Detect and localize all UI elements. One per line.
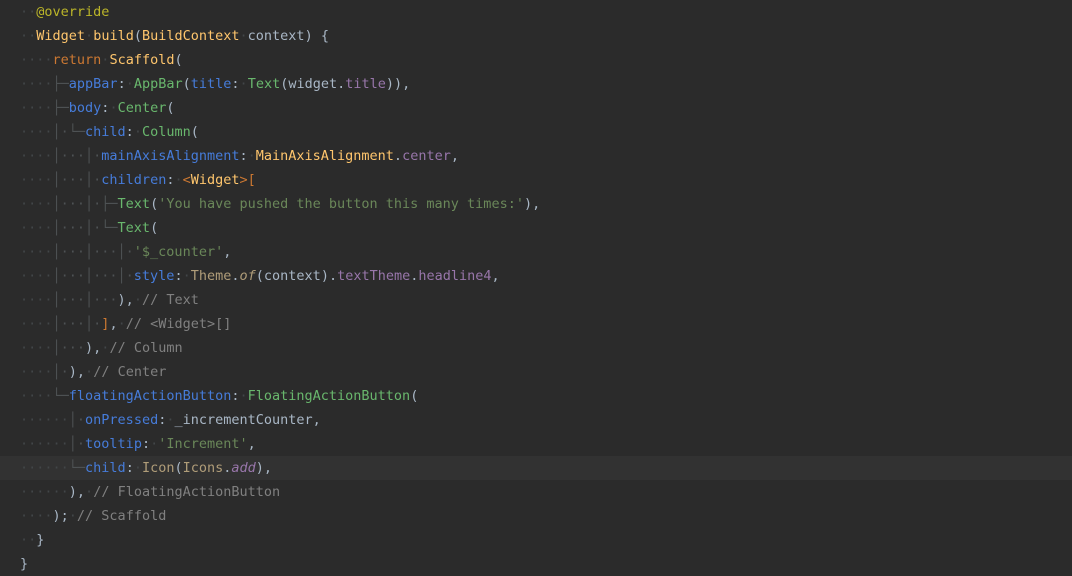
code-line[interactable]: ····│···│·children:·<Widget>[ — [0, 168, 1072, 192]
code-line[interactable]: ····│···│···),·// Text — [0, 288, 1072, 312]
code-line[interactable]: ··@override — [0, 0, 1072, 24]
code-line[interactable]: ····);·// Scaffold — [0, 504, 1072, 528]
code-line[interactable]: ····├─body:·Center( — [0, 96, 1072, 120]
code-line[interactable]: ··Widget·build(BuildContext·context) { — [0, 24, 1072, 48]
code-line[interactable]: ····│···│·├─Text('You have pushed the bu… — [0, 192, 1072, 216]
code-line[interactable]: ····│···),·// Column — [0, 336, 1072, 360]
code-line[interactable]: ····return·Scaffold( — [0, 48, 1072, 72]
code-line-active[interactable]: ······└─child:·Icon(Icons.add), — [0, 456, 1072, 480]
annotation: @override — [36, 4, 109, 20]
code-line[interactable]: ······│·tooltip:·'Increment', — [0, 432, 1072, 456]
code-line[interactable]: ····│·└─child:·Column( — [0, 120, 1072, 144]
code-editor[interactable]: ··@override ··Widget·build(BuildContext·… — [0, 0, 1072, 576]
code-line[interactable]: } — [0, 552, 1072, 576]
code-line[interactable]: ····│·),·// Center — [0, 360, 1072, 384]
code-line[interactable]: ····│···│·└─Text( — [0, 216, 1072, 240]
code-line[interactable]: ····├─appBar:·AppBar(title:·Text(widget.… — [0, 72, 1072, 96]
code-line[interactable]: ····│···│·],·// <Widget>[] — [0, 312, 1072, 336]
code-line[interactable]: ······│·onPressed:·_incrementCounter, — [0, 408, 1072, 432]
code-line[interactable]: ····│···│···│·style:·Theme.of(context).t… — [0, 264, 1072, 288]
code-line[interactable]: ······),·// FloatingActionButton — [0, 480, 1072, 504]
code-line[interactable]: ····│···│·mainAxisAlignment:·MainAxisAli… — [0, 144, 1072, 168]
code-line[interactable]: ··} — [0, 528, 1072, 552]
code-line[interactable]: ····└─floatingActionButton:·FloatingActi… — [0, 384, 1072, 408]
code-line[interactable]: ····│···│···│·'$_counter', — [0, 240, 1072, 264]
